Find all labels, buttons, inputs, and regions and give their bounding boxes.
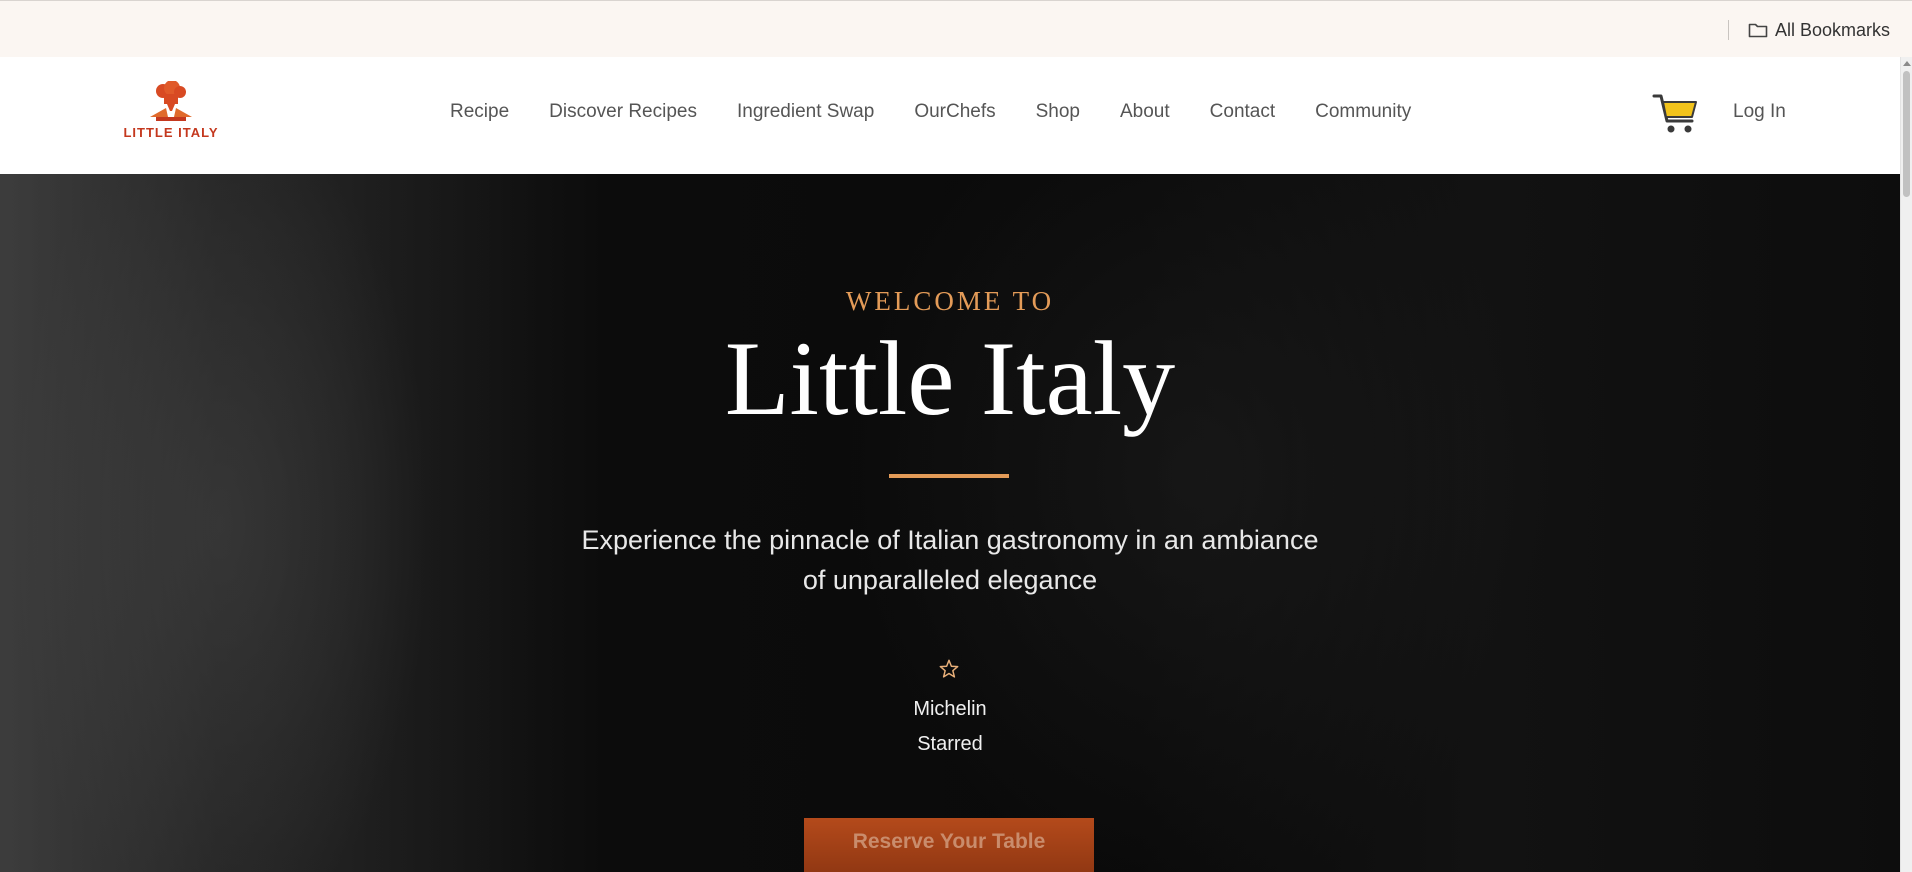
browser-viewport: All Bookmarks LITTLE ITALY Recipe Discov…	[0, 0, 1912, 872]
nav-item-contact[interactable]: Contact	[1210, 101, 1275, 123]
all-bookmarks-label: All Bookmarks	[1775, 19, 1891, 40]
scroll-up-arrow-icon[interactable]	[1903, 61, 1911, 66]
hero-content: WELCOME TO Little Italy Experience the p…	[0, 174, 1900, 872]
tagline-line-2: of unparalleled elegance	[802, 565, 1098, 595]
nav-item-shop[interactable]: Shop	[1036, 101, 1080, 123]
cart-button[interactable]	[1652, 91, 1700, 137]
nav-item-community[interactable]: Community	[1315, 101, 1411, 123]
bookmarks-separator	[1728, 20, 1729, 40]
site-logo[interactable]: LITTLE ITALY	[116, 81, 226, 147]
chef-hat-icon	[150, 81, 192, 121]
scrollbar-thumb[interactable]	[1903, 71, 1910, 197]
hero-section: WELCOME TO Little Italy Experience the p…	[0, 174, 1900, 872]
tagline-line-1: Experience the pinnacle of Italian gastr…	[581, 525, 1319, 555]
main-nav: Recipe Discover Recipes Ingredient Swap …	[450, 101, 1451, 123]
nav-item-about[interactable]: About	[1120, 101, 1170, 123]
reserve-table-button[interactable]: Reserve Your Table	[804, 818, 1094, 872]
shopping-cart-icon	[1652, 94, 1697, 133]
bookmarks-bar: All Bookmarks	[0, 0, 1912, 57]
page-scrollbar[interactable]	[1900, 57, 1912, 872]
login-link[interactable]: Log In	[1733, 101, 1786, 123]
nav-item-recipe[interactable]: Recipe	[450, 101, 509, 123]
star-icon	[939, 659, 959, 678]
nav-item-ingredient-swap[interactable]: Ingredient Swap	[737, 101, 874, 123]
hero-tagline: Experience the pinnacle of Italian gastr…	[530, 520, 1370, 600]
logo-text: LITTLE ITALY	[123, 125, 219, 140]
folder-icon	[1748, 22, 1768, 38]
hero-title: Little Italy	[724, 320, 1176, 437]
award-line-2: Starred	[917, 733, 983, 755]
award-line-1: Michelin	[913, 698, 987, 720]
title-divider	[889, 474, 1009, 478]
nav-item-discover-recipes[interactable]: Discover Recipes	[549, 101, 697, 123]
site-header: LITTLE ITALY Recipe Discover Recipes Ing…	[0, 57, 1900, 174]
michelin-award: Michelin Starred	[850, 692, 1050, 762]
nav-item-our-chefs[interactable]: OurChefs	[914, 101, 995, 123]
all-bookmarks-button[interactable]: All Bookmarks	[1748, 16, 1890, 44]
hero-eyebrow: WELCOME TO	[845, 286, 1055, 316]
